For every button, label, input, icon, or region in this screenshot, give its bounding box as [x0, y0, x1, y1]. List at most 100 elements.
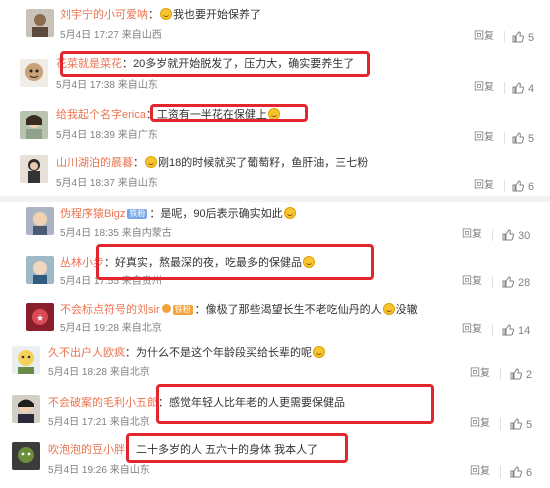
divider — [504, 82, 505, 94]
divider — [492, 324, 493, 336]
comment-text: 好真实，熬最深的夜，吃最多的保健品 — [115, 257, 302, 269]
username[interactable]: 给我起个名字erica — [56, 109, 146, 121]
divider — [492, 229, 493, 241]
reply-button[interactable]: 回复 — [470, 418, 490, 430]
thumbs-up-icon — [510, 418, 523, 430]
avatar[interactable] — [12, 442, 40, 470]
like-count: 14 — [518, 325, 531, 337]
reply-button[interactable]: 回复 — [474, 132, 494, 144]
avatar[interactable] — [12, 395, 40, 423]
username[interactable]: 伪程序猿Bigz — [60, 208, 125, 220]
divider — [504, 132, 505, 144]
thumbs-up-icon — [502, 229, 515, 241]
reply-button[interactable]: 回复 — [474, 82, 494, 94]
comment-item: 伪程序猿Bigz 铁粉 ：是呢，90后表示确实如此 5月4日 18:35 来自内蒙古… — [0, 205, 550, 245]
colon: ： — [125, 347, 136, 359]
comment-text: 我也要开始保养了 — [173, 9, 261, 21]
comment-time: 5月4日 19:28 来自北京 — [60, 323, 162, 334]
comment-item: 花菜就是菜花：20多岁就开始脱发了，压力大，确实要养生了 5月4日 17:38 … — [0, 53, 550, 95]
like-count: 2 — [526, 369, 533, 381]
like-count: 6 — [528, 181, 535, 193]
like-button[interactable]: 5 — [512, 31, 534, 44]
like-button[interactable]: 14 — [502, 324, 530, 337]
vip-icon — [161, 304, 171, 313]
colon: ： — [122, 58, 133, 70]
reply-button[interactable]: 回复 — [470, 368, 490, 380]
username[interactable]: 丛林小步 — [60, 257, 104, 269]
like-button[interactable]: 28 — [502, 276, 530, 289]
username[interactable]: 山川湖泊的晨暮 — [56, 157, 133, 169]
fan-badge: 铁粉 — [172, 305, 193, 315]
comment-text: 像极了那些渴望长生不老吃仙丹的人 — [205, 304, 382, 316]
reply-button[interactable]: 回复 — [462, 229, 482, 241]
reply-button[interactable]: 回复 — [474, 180, 494, 192]
comment-text: 是呢，90后表示确实如此 — [160, 208, 283, 220]
like-count: 5 — [526, 419, 533, 431]
comment-time: 5月4日 18:39 来自广东 — [56, 130, 158, 141]
comment-text: 工资有一半花在保健上 — [156, 109, 267, 121]
comment-item: 给我起个名字erica：工资有一半花在保健上 5月4日 18:39 来自广东 回… — [0, 104, 550, 145]
comment-time: 5月4日 17:38 来自山东 — [56, 80, 158, 91]
colon: ： — [158, 397, 169, 409]
divider — [500, 466, 501, 478]
comment-text: 刚18的时候就买了葡萄籽，鱼肝油，三七粉 — [158, 157, 369, 169]
thumbs-up-icon — [512, 82, 525, 94]
crying-emoji-icon — [382, 303, 395, 315]
divider — [500, 368, 501, 380]
like-button[interactable]: 5 — [510, 418, 532, 431]
comment-text: 20多岁就开始脱发了，压力大，确实要养生了 — [133, 58, 355, 70]
like-button[interactable]: 4 — [512, 82, 534, 95]
comment-item: 不会破案的毛利小五郎：感觉年轻人比年老的人更需要保健品 5月4日 17:21 来… — [0, 393, 550, 433]
comment-time: 5月4日 18:28 来自北京 — [48, 367, 150, 378]
username[interactable]: 吹泡泡的豆小胖 — [48, 444, 125, 456]
avatar[interactable] — [26, 207, 54, 235]
like-count: 5 — [528, 32, 535, 44]
comment-time: 5月4日 19:26 来自山东 — [48, 465, 150, 476]
avatar[interactable] — [20, 155, 48, 183]
reply-button[interactable]: 回复 — [474, 31, 494, 43]
fan-badge: 铁粉 — [127, 209, 148, 219]
like-button[interactable]: 2 — [510, 368, 532, 381]
comment-time: 5月4日 18:37 来自山东 — [56, 178, 158, 189]
reply-button[interactable]: 回复 — [462, 276, 482, 288]
colon: ： — [148, 9, 159, 21]
username[interactable]: 不会标点符号的刘sir — [60, 304, 160, 316]
divider — [492, 276, 493, 288]
like-button[interactable]: 5 — [512, 132, 534, 145]
avatar[interactable] — [20, 111, 48, 139]
colon: ： — [194, 304, 206, 316]
like-button[interactable]: 6 — [510, 466, 532, 479]
divider — [504, 180, 505, 192]
reply-button[interactable]: 回复 — [462, 324, 482, 336]
like-button[interactable]: 6 — [512, 180, 534, 193]
avatar[interactable]: ★ — [26, 303, 54, 331]
comment-time: 5月4日 18:35 来自内蒙古 — [60, 228, 172, 239]
comment-item: 刘宇宁的小可爱呐： 我也要开始保养了 5月4日 17:27 来自山西 回复 5 — [0, 6, 550, 46]
like-count: 28 — [518, 277, 531, 289]
section-divider — [0, 196, 550, 202]
avatar[interactable] — [26, 9, 54, 37]
avatar[interactable] — [26, 256, 54, 284]
crying-emoji-icon — [267, 108, 280, 120]
smile-emoji-icon — [145, 156, 157, 168]
like-button[interactable]: 30 — [502, 229, 530, 242]
comment-item: ★ 不会标点符号的刘sir 铁粉 ：像极了那些渴望长生不老吃仙丹的人 没辙 5月4日 … — [0, 301, 550, 341]
crying-emoji-icon — [313, 346, 325, 358]
thumbs-up-icon — [510, 466, 523, 478]
comment-text: 二十多岁的人 五六十的身体 我本人了 — [136, 444, 319, 456]
colon: ： — [104, 257, 115, 269]
thumbs-up-icon — [512, 180, 525, 192]
username[interactable]: 花菜就是菜花 — [56, 58, 122, 70]
username[interactable]: 久不出户人欧疯 — [48, 347, 125, 359]
crying-emoji-icon — [283, 207, 296, 219]
avatar[interactable] — [12, 346, 40, 374]
avatar[interactable] — [20, 59, 48, 87]
comment-item: 久不出户人欧疯：为什么不是这个年龄段买给长辈的呢 5月4日 18:28 来自北京… — [0, 346, 550, 386]
comment-time: 5月4日 17:55 来自贵州 — [60, 276, 162, 287]
thumbs-up-icon — [510, 368, 523, 380]
username[interactable]: 刘宇宁的小可爱呐 — [60, 9, 148, 21]
username[interactable]: 不会破案的毛利小五郎 — [48, 397, 158, 409]
reply-button[interactable]: 回复 — [470, 466, 490, 478]
comment-item: 山川湖泊的晨暮： 刚18的时候就买了葡萄籽，鱼肝油，三七粉 5月4日 18:37 … — [0, 150, 550, 193]
colon: ： — [125, 444, 136, 456]
